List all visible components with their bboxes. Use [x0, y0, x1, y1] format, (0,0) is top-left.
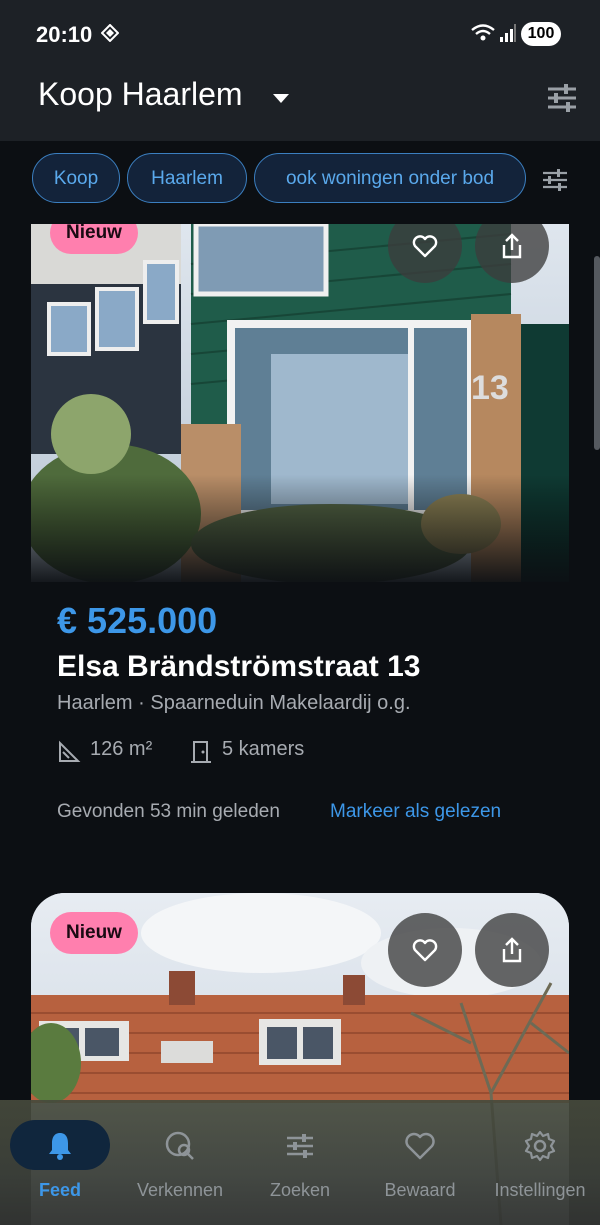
- favorite-button[interactable]: [388, 913, 462, 987]
- share-icon: [502, 937, 522, 963]
- page-title[interactable]: Koop Haarlem: [38, 76, 243, 113]
- listing-agency: Haarlem · Spaarneduin Makelaardij o.g.: [57, 692, 411, 714]
- share-icon: [502, 233, 522, 259]
- heart-icon: [412, 939, 438, 962]
- signal-icon: [500, 24, 516, 42]
- nav-feed[interactable]: Feed: [10, 1100, 110, 1225]
- explore-icon: [165, 1131, 194, 1160]
- caret-down-icon[interactable]: [273, 94, 289, 104]
- scrollbar[interactable]: [594, 256, 600, 450]
- listing-area: 126 m²: [90, 738, 153, 760]
- chip-koop[interactable]: Koop: [32, 153, 120, 203]
- status-time: 20:10: [36, 22, 93, 47]
- nav-zoeken[interactable]: Zoeken: [230, 1100, 370, 1225]
- wifi-icon: [471, 24, 495, 41]
- share-button[interactable]: [475, 913, 549, 987]
- listing-address[interactable]: Elsa Brändströmstraat 13: [57, 650, 421, 684]
- nav-verkennen[interactable]: Verkennen: [110, 1100, 250, 1225]
- tune-icon[interactable]: [546, 82, 578, 114]
- listing-price: € 525.000: [57, 600, 218, 641]
- chip-onder-bod[interactable]: ook woningen onder bod: [254, 153, 526, 203]
- nav-instellingen[interactable]: Instellingen: [470, 1100, 600, 1225]
- new-badge: Nieuw: [50, 224, 138, 254]
- heart-icon: [405, 1132, 435, 1160]
- battery-indicator: 100: [521, 22, 561, 46]
- app-bar: Koop Haarlem: [0, 66, 600, 141]
- tune-icon[interactable]: [541, 167, 569, 193]
- bottom-navigation: Feed Verkennen Zoeken Bewaard Instelling…: [0, 1100, 600, 1225]
- listing-photo[interactable]: 13 Nieuw: [31, 224, 569, 582]
- bell-icon: [49, 1133, 71, 1160]
- nav-bewaard[interactable]: Bewaard: [350, 1100, 490, 1225]
- nav-label: Bewaard: [384, 1180, 456, 1200]
- house-photo: 13: [31, 224, 569, 582]
- nav-label: Verkennen: [136, 1180, 224, 1200]
- found-time: Gevonden 53 min geleden: [57, 801, 280, 822]
- nav-label: Zoeken: [269, 1180, 331, 1200]
- diamond-icon: [101, 24, 119, 42]
- listing-rooms: 5 kamers: [222, 738, 305, 760]
- new-badge: Nieuw: [50, 912, 138, 954]
- nav-label: Instellingen: [494, 1180, 586, 1200]
- gear-icon: [524, 1130, 556, 1162]
- tune-icon: [287, 1134, 313, 1158]
- heart-icon: [412, 235, 438, 258]
- chip-haarlem[interactable]: Haarlem: [127, 153, 247, 203]
- status-bar: 20:10 100: [0, 0, 600, 66]
- area-icon: [59, 740, 81, 762]
- door-icon: [191, 741, 211, 763]
- mark-read-link[interactable]: Markeer als gelezen: [330, 801, 501, 823]
